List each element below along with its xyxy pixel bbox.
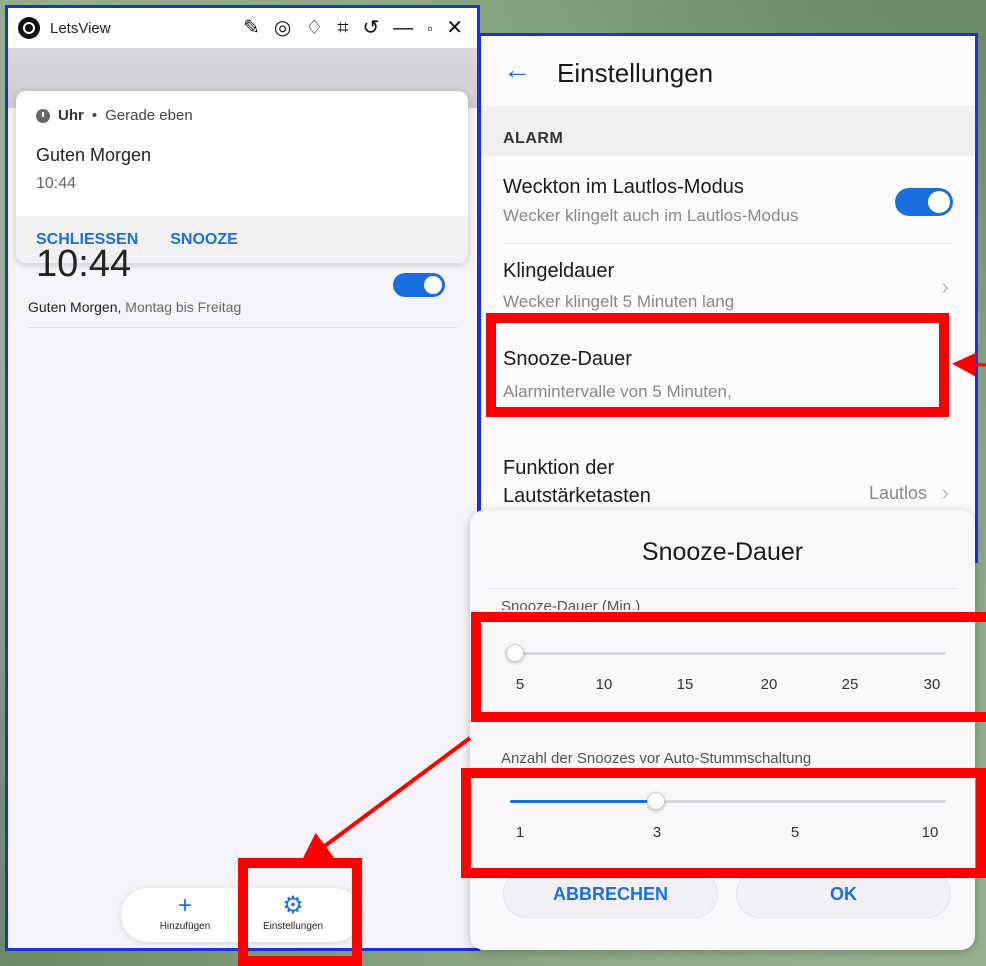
- plus-icon: +: [177, 892, 192, 919]
- setting-subtitle: Wecker klingelt auch im Lautlos-Modus: [503, 206, 799, 225]
- alarm-toggle[interactable]: [393, 273, 445, 297]
- letsview-window: LetsView ✎ ◎ ♢ ⌗ ↺ — ▫ ✕ Uhr • Gerade eb…: [5, 5, 480, 951]
- crop-icon[interactable]: ⌗: [337, 18, 348, 38]
- letsview-logo-icon: [18, 17, 40, 39]
- notification-card[interactable]: Uhr • Gerade eben Guten Morgen 10:44 SCH…: [16, 91, 468, 263]
- highlight-snooze-setting: [486, 313, 949, 417]
- settings-title: Einstellungen: [557, 58, 714, 88]
- snooze-dialog: Snooze-Dauer Snooze-Dauer (Min.) 5 10 15…: [470, 510, 975, 950]
- title-bar: LetsView ✎ ◎ ♢ ⌗ ↺ — ▫ ✕: [8, 8, 477, 48]
- pin-icon[interactable]: ♢: [305, 18, 323, 38]
- add-label: Hinzufügen: [159, 921, 211, 932]
- notification-when: Gerade eben: [105, 107, 193, 124]
- dismiss-button[interactable]: SCHLIESSEN: [36, 231, 138, 249]
- rotate-icon[interactable]: ↺: [363, 18, 380, 38]
- slider1-label: Snooze-Dauer (Min.): [501, 598, 641, 610]
- section-label: ALARM: [503, 130, 564, 147]
- pen-icon[interactable]: ✎: [243, 18, 260, 38]
- highlight-duration-slider: [471, 612, 986, 722]
- alarm-description: Guten Morgen, Montag bis Freitag: [28, 299, 241, 315]
- snooze-button[interactable]: SNOOZE: [170, 231, 238, 249]
- minimize-icon[interactable]: —: [393, 18, 413, 38]
- notification-header: Uhr • Gerade eben: [36, 107, 193, 124]
- notification-title: Guten Morgen: [36, 145, 152, 165]
- slider2-label: Anzahl der Snoozes vor Auto-Stummschaltu…: [501, 750, 812, 767]
- notification-time: 10:44: [36, 175, 77, 192]
- add-alarm-button[interactable]: + Hinzufügen: [135, 892, 235, 933]
- close-icon[interactable]: ✕: [446, 18, 463, 38]
- maximize-icon[interactable]: ▫: [427, 21, 432, 35]
- back-arrow-icon[interactable]: ←: [503, 54, 531, 86]
- alarm-name: Guten Morgen,: [28, 299, 122, 315]
- record-icon[interactable]: ◎: [274, 18, 291, 38]
- setting-title: Klingeldauer: [503, 260, 615, 282]
- setting-ring-duration[interactable]: Klingeldauer Wecker klingelt 5 Minuten l…: [503, 244, 953, 320]
- setting-subtitle: Wecker klingelt 5 Minuten lang: [503, 292, 735, 311]
- alarm-item[interactable]: 10:44 Guten Morgen, Montag bis Freitag: [28, 249, 457, 328]
- alarm-time: 10:44: [36, 249, 132, 283]
- setting-volume-keys[interactable]: Funktion der Lautstärketasten Lautlos ›: [503, 416, 953, 516]
- alarm-days: Montag bis Freitag: [121, 299, 242, 315]
- toolbar: ✎ ◎ ♢ ⌗ ↺ — ▫ ✕: [243, 8, 463, 48]
- dialog-title: Snooze-Dauer: [641, 538, 804, 566]
- app-title: LetsView: [50, 19, 111, 37]
- highlight-settings-button: [238, 858, 362, 966]
- notification-app: Uhr: [58, 107, 84, 124]
- setting-value: Lautlos: [868, 483, 927, 503]
- chevron-right-icon: ›: [941, 480, 949, 505]
- chevron-right-icon: ›: [941, 274, 949, 299]
- settings-header: ← Einstellungen: [481, 36, 975, 106]
- divider: [488, 588, 957, 589]
- setting-silent-mode[interactable]: Weckton im Lautlos-Modus Wecker klingelt…: [503, 168, 953, 244]
- setting-title: Weckton im Lautlos-Modus: [503, 176, 744, 198]
- alarm-clock-icon: [36, 108, 50, 123]
- silent-mode-toggle[interactable]: [895, 188, 953, 216]
- highlight-count-slider: [461, 768, 986, 878]
- setting-title: Funktion der Lautstärketasten: [503, 457, 651, 507]
- settings-screen: ← Einstellungen ALARM Weckton im Lautlos…: [478, 33, 978, 563]
- notification-separator: •: [91, 107, 98, 124]
